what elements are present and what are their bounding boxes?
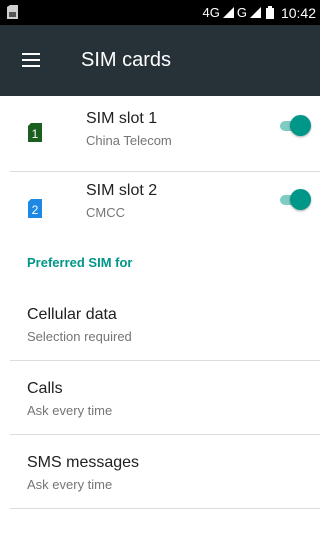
signal-icon [222, 7, 234, 18]
menu-button[interactable] [18, 47, 44, 73]
sms-messages-row[interactable]: SMS messages Ask every time [0, 435, 320, 509]
sms-messages-title: SMS messages [27, 454, 140, 471]
sim-slot-1-title: SIM slot 1 [86, 110, 158, 127]
toggle-thumb [290, 189, 311, 210]
calls-row[interactable]: Calls Ask every time [0, 361, 320, 435]
sim-status-icon [7, 5, 18, 19]
cellular-data-title: Cellular data [27, 306, 117, 323]
page-title: SIM cards [81, 49, 172, 71]
sms-messages-subtitle: Ask every time [27, 477, 113, 492]
status-time: 10:42 [280, 4, 316, 21]
status-icons: 4G G 10:42 [202, 0, 316, 25]
sim-slot-1-carrier: China Telecom [86, 133, 172, 148]
network-type-label-2: G [236, 5, 247, 20]
sim-card-1-number: 1 [32, 127, 39, 141]
sim-card-2-number: 2 [32, 203, 39, 217]
sim-slot-2-carrier: CMCC [86, 205, 125, 220]
status-bar: 4G G 10:42 [0, 0, 320, 25]
hamburger-menu-icon [22, 53, 40, 67]
cellular-data-subtitle: Selection required [27, 329, 132, 344]
battery-icon [265, 6, 274, 19]
toggle-thumb [290, 115, 311, 136]
sim-slot-1-toggle[interactable] [280, 115, 311, 137]
signal-icon-2 [249, 7, 261, 18]
cellular-data-row[interactable]: Cellular data Selection required [0, 287, 320, 361]
app-bar: SIM cards [0, 25, 320, 96]
network-type-label: 4G [202, 5, 220, 20]
sim-card-1-icon: 1 [28, 123, 42, 142]
divider [10, 508, 320, 509]
sim-slot-2-toggle[interactable] [280, 189, 311, 211]
sim-slot-2-row[interactable]: 2 SIM slot 2 CMCC [0, 172, 320, 248]
preferred-sim-header: Preferred SIM for [27, 255, 133, 270]
sim-slot-1-row[interactable]: 1 SIM slot 1 China Telecom [0, 96, 320, 172]
sim-card-2-icon: 2 [28, 199, 42, 218]
sim-slot-2-title: SIM slot 2 [86, 182, 158, 199]
calls-subtitle: Ask every time [27, 403, 113, 418]
calls-title: Calls [27, 380, 63, 397]
